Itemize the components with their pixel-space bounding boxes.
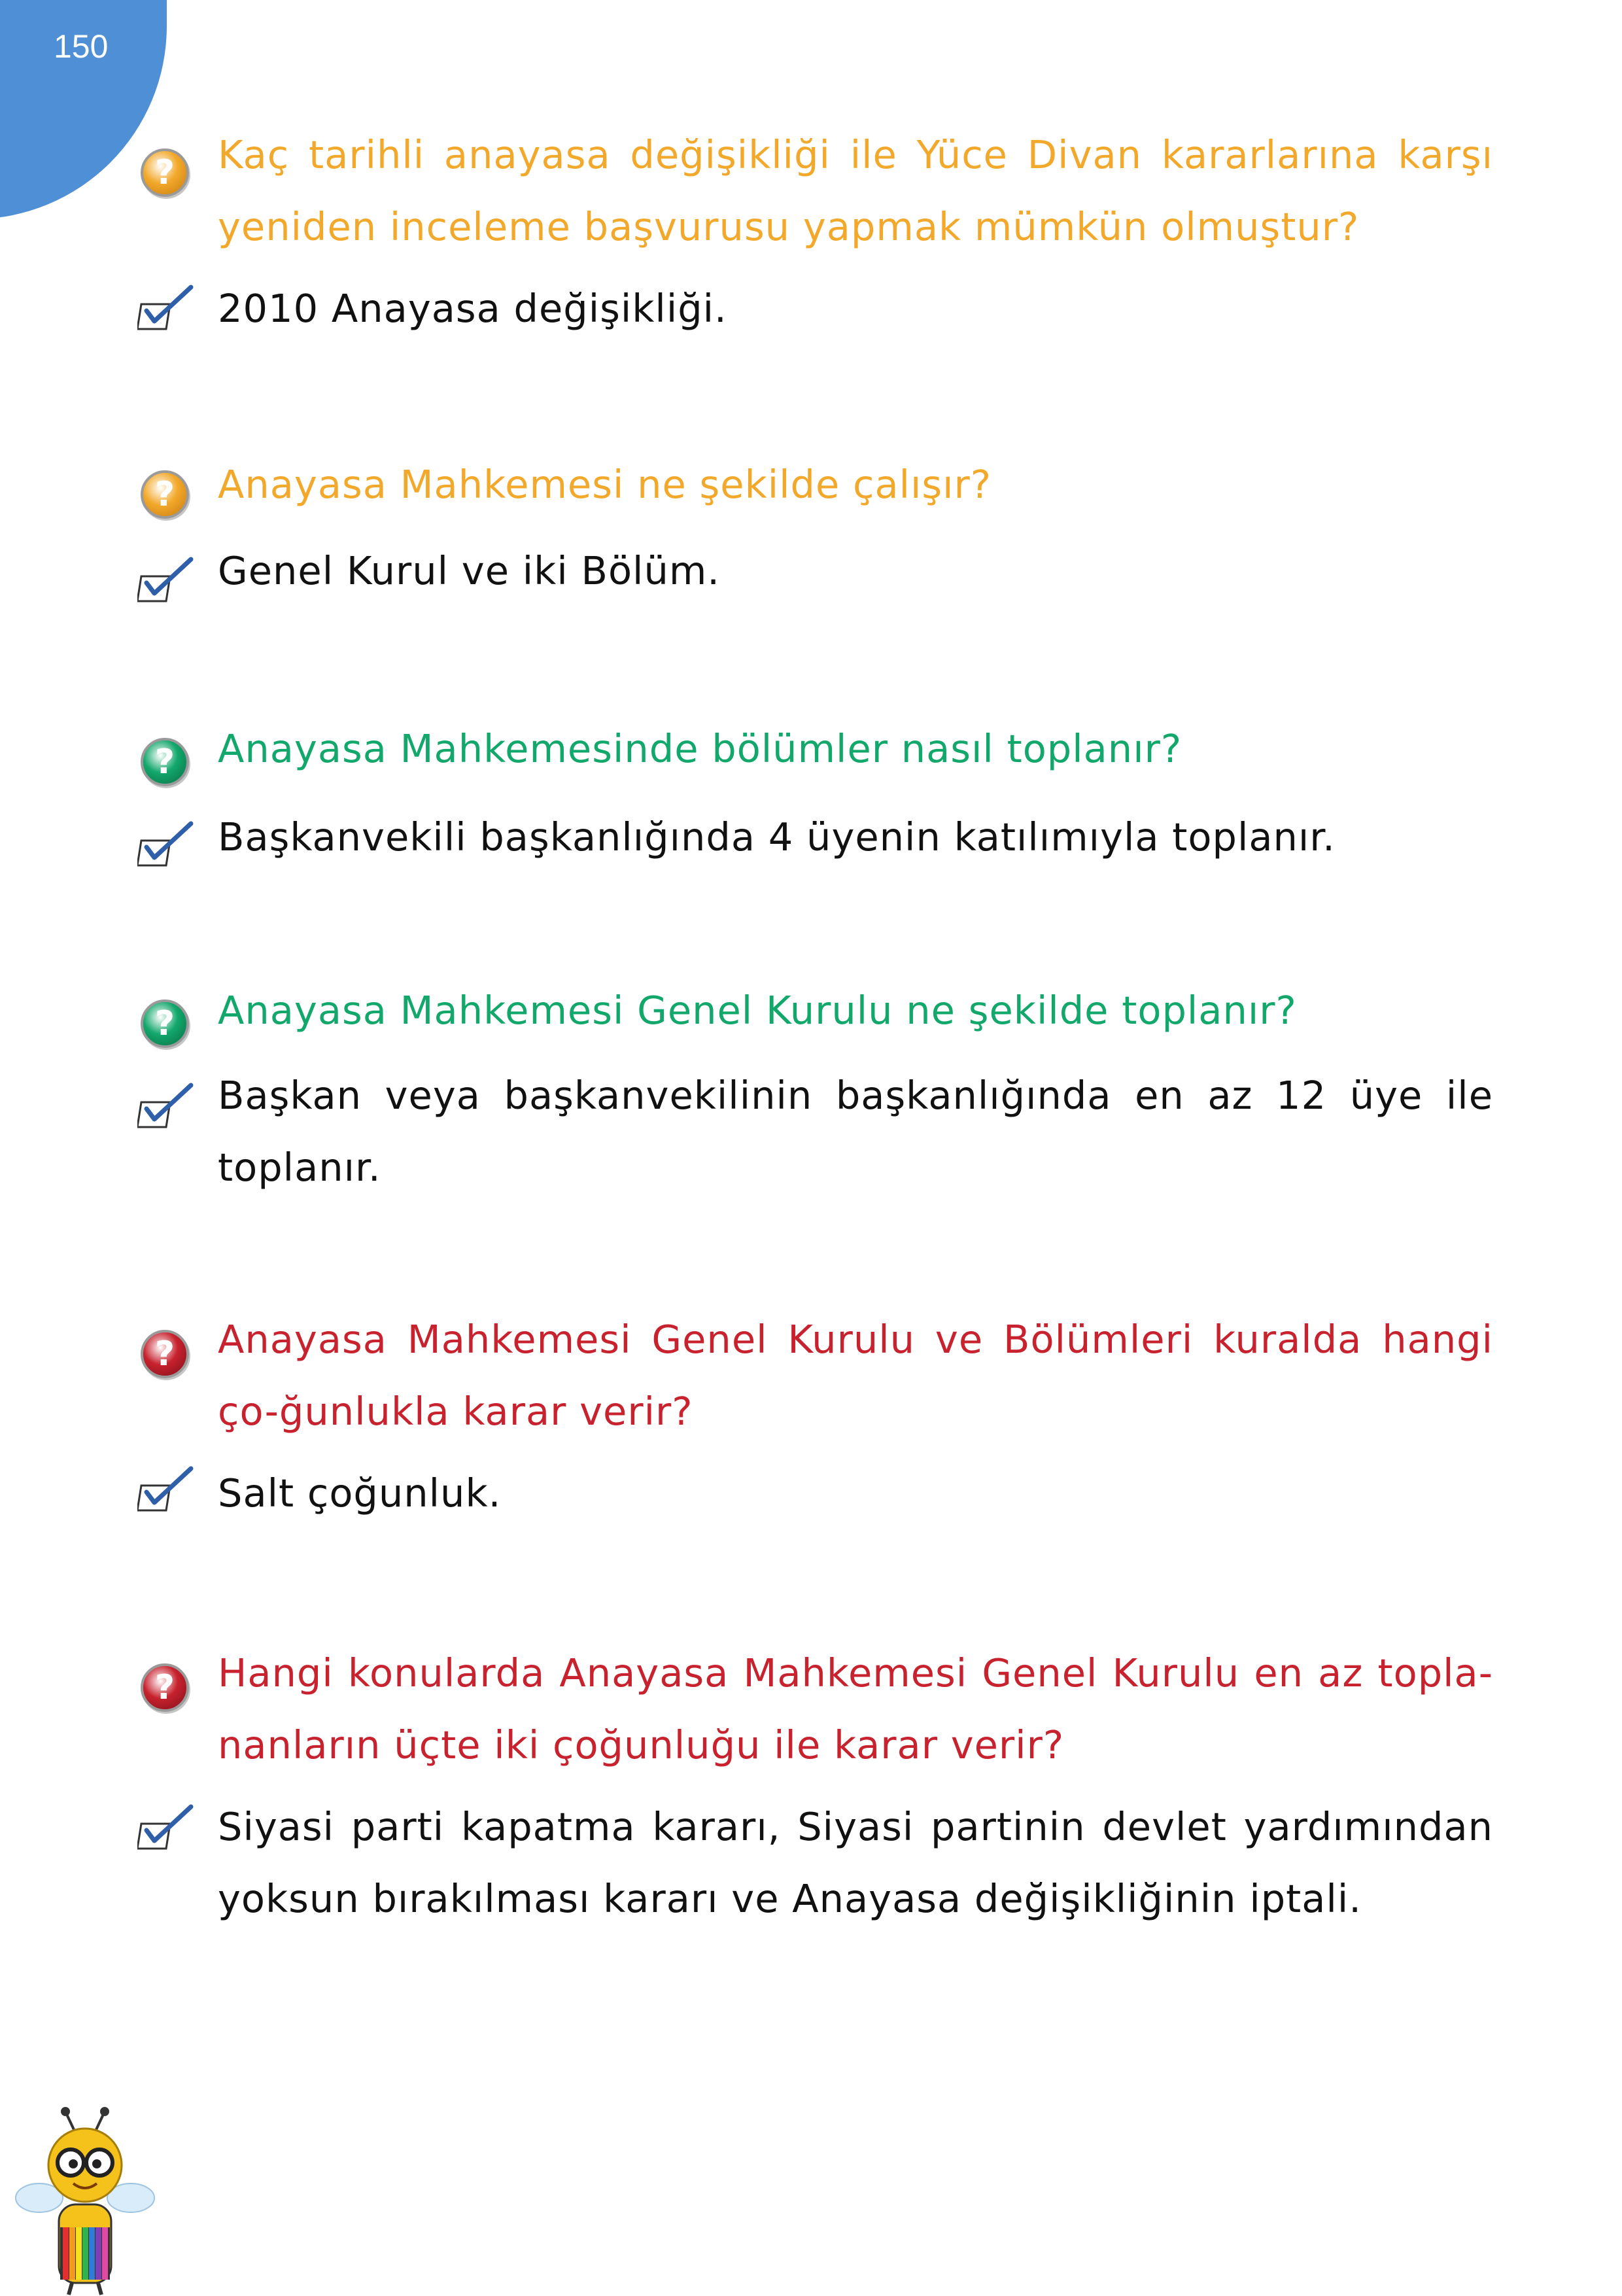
checkbox-check-icon [137, 1804, 194, 1850]
question-text: Anayasa Mahkemesinde bölümler nasıl topl… [218, 726, 1182, 771]
answer-text: Genel Kurul ve iki Bölüm. [218, 548, 721, 593]
question-mark-icon: ? [141, 148, 189, 197]
question-text: Hangi konularda Anayasa Mahkemesi Genel … [218, 1650, 1493, 1767]
question-text: Kaç tarihli anayasa değişikliği ile Yüce… [218, 132, 1493, 249]
question-mark-icon: ? [141, 1330, 189, 1378]
page-number: 150 [54, 28, 109, 65]
answer-text: Siyasi parti kapatma kararı, Siyasi part… [218, 1804, 1493, 1921]
answer-text: Salt çoğunluk. [218, 1470, 502, 1516]
checkbox-check-icon [137, 557, 194, 602]
checkbox-check-icon [137, 1083, 194, 1128]
checkbox-check-icon [137, 285, 194, 330]
question-mark-icon: ? [141, 470, 189, 519]
question-mark-icon: ? [141, 1663, 189, 1712]
checkbox-check-icon [137, 1466, 194, 1512]
question-text: Anayasa Mahkemesi Genel Kurulu ve Bölüml… [218, 1317, 1493, 1434]
question-mark-icon: ? [141, 1000, 189, 1048]
question-mark-icon: ? [141, 738, 189, 786]
bee-mascot-icon [15, 2107, 155, 2295]
question-text: Anayasa Mahkemesi Genel Kurulu ne şekild… [218, 988, 1297, 1033]
answer-text: 2010 Anayasa değişikliği. [218, 286, 727, 331]
answer-text: Başkan veya başkanvekilinin başkanlığınd… [218, 1073, 1493, 1190]
checkbox-check-icon [137, 821, 194, 867]
answer-text: Başkanvekili başkanlığında 4 üyenin katı… [218, 814, 1336, 860]
question-text: Anayasa Mahkemesi ne şekilde çalışır? [218, 462, 992, 507]
